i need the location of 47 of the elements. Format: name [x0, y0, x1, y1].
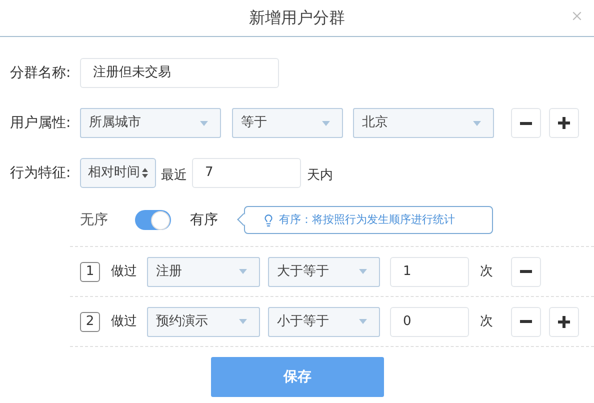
step-verb: 做过 — [111, 312, 138, 331]
field-label: 用户属性: — [10, 114, 72, 132]
dropdown[interactable]: 大于等于 — [268, 256, 380, 286]
dropdown[interactable]: 等于 — [232, 108, 343, 138]
minus-icon — [520, 320, 532, 323]
plus-icon — [558, 316, 570, 328]
plus-button[interactable] — [549, 108, 579, 138]
minus-button[interactable] — [511, 108, 541, 138]
count-input[interactable]: 1 — [390, 256, 469, 286]
caret-icon — [359, 319, 367, 324]
toggle-label: 无序 — [80, 210, 108, 230]
caret-icon — [473, 120, 481, 126]
dropdown[interactable]: 预约演示 — [147, 306, 260, 336]
prefix-text: 最近 — [161, 167, 187, 186]
caret-icon — [239, 319, 247, 324]
suffix-text: 天内 — [307, 167, 333, 186]
minus-button[interactable] — [511, 306, 541, 336]
plus-icon — [558, 117, 570, 129]
hint-text: 有序：将按照行为发生顺序进行统计 — [279, 212, 455, 228]
field-label: 分群名称: — [10, 64, 72, 82]
minus-icon — [520, 122, 532, 124]
sort-arrows-icon — [142, 168, 148, 178]
minus-icon — [520, 270, 532, 273]
name-input[interactable]: 注册但未交易 — [80, 58, 279, 88]
step-number: 2 — [80, 312, 100, 332]
step-verb: 做过 — [111, 262, 138, 281]
field-label: 行为特征: — [10, 164, 72, 182]
minus-button[interactable] — [511, 256, 541, 286]
count-input[interactable]: 0 — [390, 306, 469, 336]
unit-text: 次 — [480, 312, 494, 331]
toggle-label: 有序 — [190, 210, 218, 230]
caret-icon — [359, 269, 367, 274]
dropdown[interactable]: 注册 — [147, 256, 260, 286]
step-number: 1 — [80, 262, 100, 282]
plus-button[interactable] — [549, 306, 579, 336]
dialog-title: 新增用户分群 — [249, 7, 345, 29]
lightbulb-icon — [262, 214, 275, 226]
dropdown[interactable]: 北京 — [353, 108, 494, 138]
days-input[interactable]: 7 — [192, 158, 301, 188]
unit-text: 次 — [480, 262, 494, 281]
toggle-switch[interactable] — [135, 210, 171, 230]
dropdown[interactable]: 小于等于 — [268, 306, 380, 336]
caret-icon — [322, 120, 330, 126]
dropdown[interactable]: 所属城市 — [80, 108, 221, 138]
caret-icon — [200, 120, 208, 126]
time-mode-select[interactable]: 相对时间 — [80, 158, 156, 188]
caret-icon — [239, 269, 247, 274]
